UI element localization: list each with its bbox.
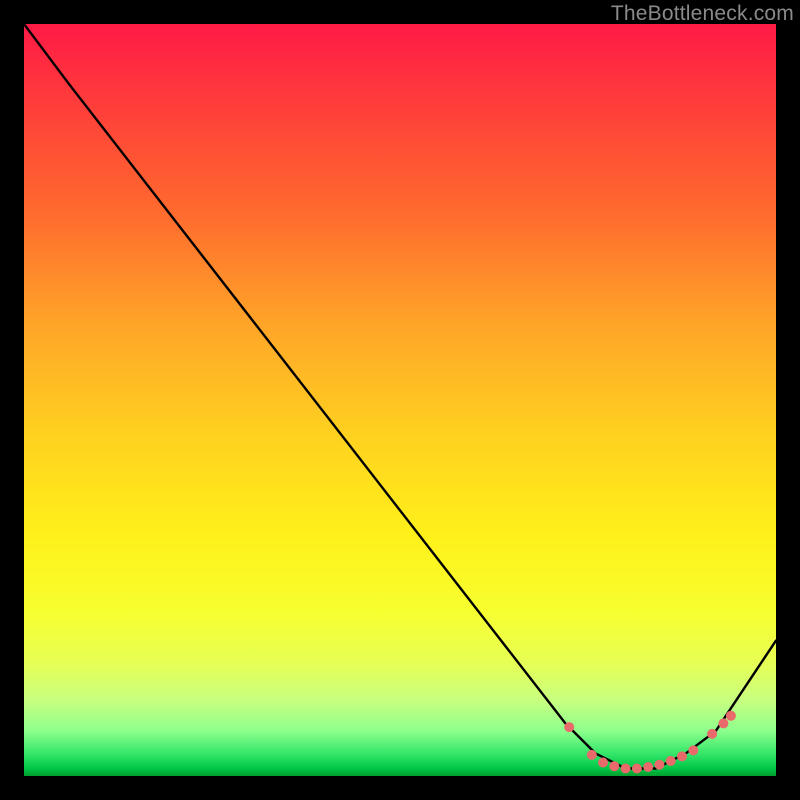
chart-svg (24, 24, 776, 776)
chart-marker (643, 762, 653, 772)
chart-marker (587, 750, 597, 760)
chart-markers (564, 711, 736, 774)
chart-marker (609, 761, 619, 771)
watermark-text: TheBottleneck.com (611, 2, 794, 26)
chart-marker (666, 756, 676, 766)
chart-plot-area (24, 24, 776, 776)
chart-marker (677, 751, 687, 761)
chart-marker (718, 718, 728, 728)
chart-marker (654, 760, 664, 770)
chart-marker (598, 758, 608, 768)
chart-curve (24, 24, 776, 769)
chart-stage: TheBottleneck.com (0, 0, 800, 800)
chart-marker (688, 745, 698, 755)
chart-marker (707, 729, 717, 739)
chart-marker (564, 722, 574, 732)
chart-marker (632, 764, 642, 774)
chart-marker (726, 711, 736, 721)
chart-marker (621, 764, 631, 774)
